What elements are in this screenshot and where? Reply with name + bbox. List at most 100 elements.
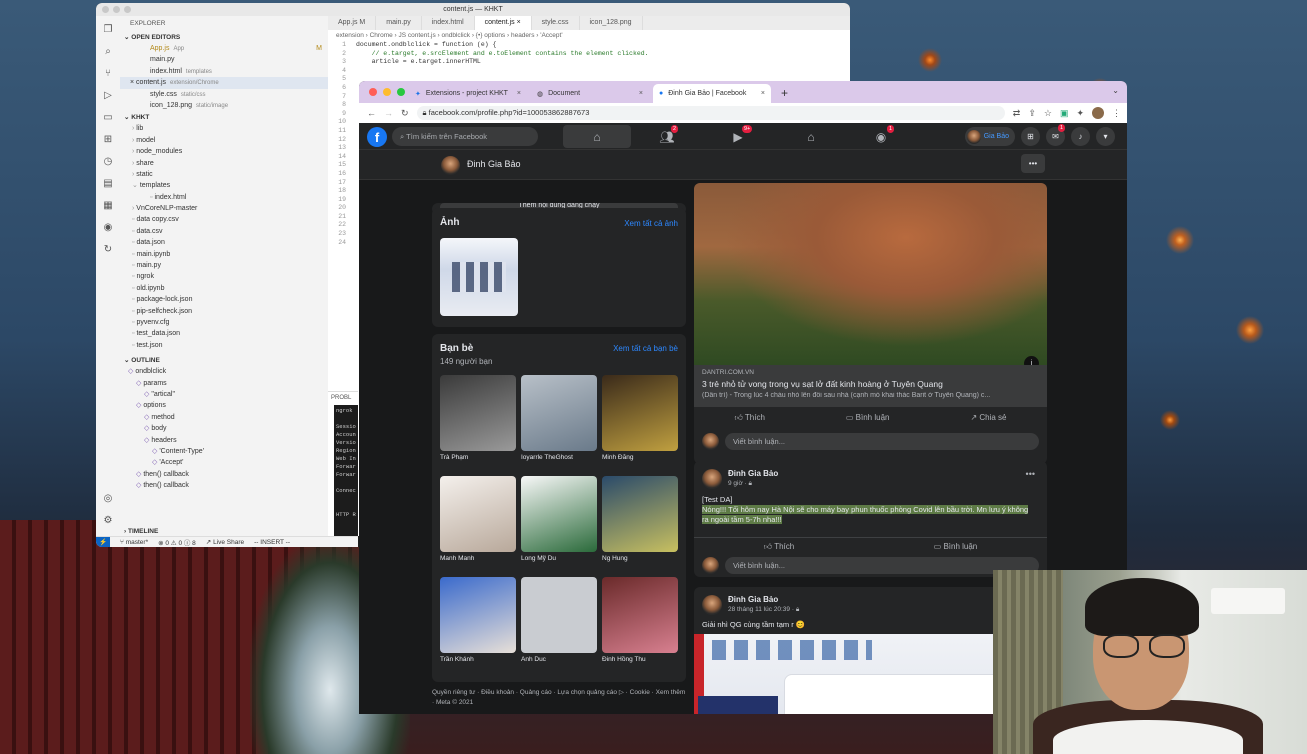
editor-tab[interactable]: main.py: [376, 16, 422, 30]
open-editor-item[interactable]: index.html templates: [120, 66, 328, 77]
footer-links[interactable]: Quyền riêng tư · Điều khoản · Quảng cáo …: [432, 688, 688, 707]
tab-search-icon[interactable]: ⌄: [1112, 86, 1119, 95]
timeline-icon[interactable]: ◷: [104, 156, 113, 167]
photo-thumbnail[interactable]: [440, 238, 518, 316]
open-editor-item[interactable]: style.css static/css: [120, 89, 328, 100]
open-editor-item[interactable]: icon_128.png static/image: [120, 100, 328, 111]
window-controls[interactable]: [102, 6, 131, 13]
close-icon[interactable]: ×: [761, 90, 765, 97]
workspace-header[interactable]: ⌄ KHKT: [120, 111, 328, 123]
profile-shortcut[interactable]: Gia Bảo: [964, 127, 1015, 146]
comment-input[interactable]: Viết bình luận...: [725, 557, 1039, 574]
like-button[interactable]: 👍︎ Thích: [734, 413, 764, 423]
open-editor-item[interactable]: main.py: [120, 54, 328, 65]
friend-item[interactable]: Trần Khánh: [440, 577, 516, 663]
code-line[interactable]: article = e.target.innerHTML: [356, 58, 649, 67]
settings-gear-icon[interactable]: ⚙: [104, 515, 113, 526]
tab-document[interactable]: ◍ Document ×: [531, 84, 649, 103]
window-controls[interactable]: [369, 88, 405, 96]
notifications-bell-icon[interactable]: ♪: [1071, 127, 1090, 146]
bookmark-star-icon[interactable]: ☆: [1044, 108, 1052, 119]
nav-marketplace-icon[interactable]: ⌂︎: [777, 123, 845, 150]
file-tree-item[interactable]: ▫ main.py: [120, 260, 328, 271]
editor-tab[interactable]: App.js M: [328, 16, 377, 30]
more-options-icon[interactable]: •••: [1021, 154, 1045, 173]
extension-icon[interactable]: ▣: [1060, 108, 1069, 119]
reload-icon[interactable]: ↻: [401, 108, 409, 119]
file-tree-item[interactable]: ▫ pip-selfcheck.json: [120, 306, 328, 317]
terminal-panel[interactable]: ngrok Sessio Accoun Versio Region Web In Forwa…: [334, 405, 358, 540]
like-button[interactable]: 👍︎ Thích: [764, 542, 794, 552]
outline-item[interactable]: ◇ params: [120, 378, 328, 389]
source-control-icon[interactable]: ⑂: [105, 68, 111, 79]
tab-extensions[interactable]: ✦ Extensions - project KHKT ×: [409, 84, 527, 103]
file-tree-item[interactable]: › node_modules: [120, 146, 328, 157]
open-editors-header[interactable]: ⌄ OPEN EDITORS: [120, 31, 328, 43]
friend-item[interactable]: Anh Duc: [521, 577, 597, 663]
post-time[interactable]: 9 giờ · 🔒︎: [728, 480, 752, 488]
docker-icon[interactable]: ▦: [103, 200, 112, 211]
problems-status[interactable]: ⊗ 0 ⚠ 0 ⓘ 8: [158, 537, 196, 547]
file-tree-item[interactable]: ▫ pyvenv.cfg: [120, 317, 328, 328]
file-tree-item[interactable]: ⌄ templates: [120, 180, 328, 191]
timeline-header[interactable]: › TIMELINE: [120, 526, 162, 536]
breadcrumb[interactable]: extension › Chrome › JS content.js › ond…: [328, 30, 850, 41]
remote-icon[interactable]: ▭: [103, 112, 112, 123]
back-icon[interactable]: ←: [367, 108, 376, 118]
file-tree-item[interactable]: ▫ package-lock.json: [120, 294, 328, 305]
terminal-icon[interactable]: ▤: [103, 178, 112, 189]
code-line[interactable]: // e.target, e.srcElement and e.toElemen…: [356, 50, 649, 59]
file-tree-item[interactable]: ▫ index.html: [120, 192, 328, 203]
account-dropdown-icon[interactable]: ▾: [1096, 127, 1115, 146]
file-tree-item[interactable]: ▫ ngrok: [120, 271, 328, 282]
file-tree-item[interactable]: › lib: [120, 123, 328, 134]
friend-item[interactable]: Minh Đăng: [602, 375, 678, 461]
file-tree-item[interactable]: ▫ main.ipynb: [120, 249, 328, 260]
friend-item[interactable]: Đinh Hồng Thu: [602, 577, 678, 663]
post-author[interactable]: Đinh Gia Bảo: [728, 469, 778, 478]
extensions-puzzle-icon[interactable]: ✦: [1076, 108, 1084, 119]
nav-watch-icon[interactable]: ▶︎ 9+: [704, 123, 772, 150]
code-line[interactable]: document.ondblclick = function (e) {: [356, 41, 649, 50]
comment-button[interactable]: ▭ Bình luận: [934, 542, 978, 552]
post-author[interactable]: Đinh Gia Bảo: [728, 595, 778, 604]
file-tree-item[interactable]: ▫ test.json: [120, 340, 328, 351]
see-all-photos-link[interactable]: Xem tất cả ảnh: [624, 219, 678, 228]
outline-item[interactable]: ◇ "artical": [120, 389, 328, 400]
comment-input[interactable]: Viết bình luận...: [725, 433, 1039, 450]
search-icon[interactable]: ⌕: [105, 46, 111, 57]
github-icon[interactable]: ◉: [104, 222, 113, 233]
post-options-icon[interactable]: •••: [1026, 469, 1035, 479]
outline-item[interactable]: ◇ method: [120, 412, 328, 423]
outline-item[interactable]: ◇ body: [120, 423, 328, 434]
editor-tab[interactable]: index.html: [422, 16, 475, 30]
friend-item[interactable]: Manh Manh: [440, 476, 516, 562]
branch-status[interactable]: ⑂ master*: [120, 539, 148, 546]
see-all-friends-link[interactable]: Xem tất cả bạn bè: [613, 344, 678, 353]
outline-item[interactable]: ◇ 'Accept': [120, 457, 328, 468]
outline-header[interactable]: ⌄ OUTLINE: [120, 354, 328, 366]
file-tree-item[interactable]: ▫ test_data.json: [120, 328, 328, 339]
close-icon[interactable]: ×: [639, 90, 643, 97]
extensions-icon[interactable]: ⊞: [104, 134, 112, 145]
facebook-search-input[interactable]: ⌕ Tìm kiếm trên Facebook: [392, 127, 538, 146]
share-icon[interactable]: ⇪: [1028, 108, 1036, 119]
live-share-icon[interactable]: ↻: [104, 244, 112, 255]
editor-tab[interactable]: style.css: [532, 16, 580, 30]
file-tree-item[interactable]: › share: [120, 158, 328, 169]
friend-item[interactable]: Ioyarrle TheGhost: [521, 375, 597, 461]
file-tree-item[interactable]: ▫ old.ipynb: [120, 283, 328, 294]
outline-item[interactable]: ◇ headers: [120, 435, 328, 446]
friend-item[interactable]: Long Mỹ Du: [521, 476, 597, 562]
menu-icon[interactable]: ⋮: [1112, 108, 1121, 119]
open-editor-item[interactable]: App.js App M: [120, 43, 328, 54]
nav-home-icon[interactable]: ⌂: [563, 125, 631, 148]
news-image[interactable]: [694, 183, 1047, 365]
file-tree-item[interactable]: › static: [120, 169, 328, 180]
address-bar[interactable]: 🔒︎ facebook.com/profile.php?id=100053862…: [416, 106, 1005, 120]
files-icon[interactable]: ❐: [104, 24, 113, 35]
comment-button[interactable]: ▭ Bình luận: [846, 413, 890, 423]
profile-avatar[interactable]: [1092, 107, 1104, 119]
outline-item[interactable]: ◇ then() callback: [120, 469, 328, 480]
nav-friends-icon[interactable]: 👥︎ 2: [633, 123, 701, 150]
